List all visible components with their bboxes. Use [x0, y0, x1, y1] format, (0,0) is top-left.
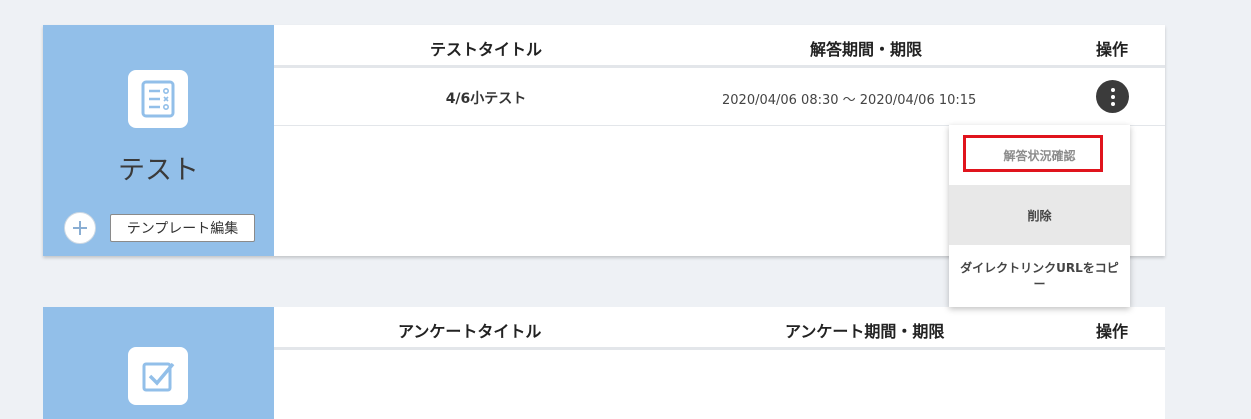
- more-actions-button[interactable]: [1096, 80, 1129, 113]
- column-survey-actions: 操作: [1096, 322, 1129, 341]
- menu-item-answer-status[interactable]: 解答状況確認: [949, 125, 1130, 185]
- test-panel-title: テスト: [118, 155, 199, 186]
- survey-sidebar: [43, 307, 274, 419]
- add-test-button[interactable]: [64, 212, 96, 244]
- test-checklist-icon: [128, 70, 188, 128]
- column-survey-period: アンケート期間・期限: [785, 322, 945, 341]
- test-sidebar: テスト テンプレート編集: [43, 25, 274, 256]
- survey-panel: アンケートタイトル アンケート期間・期限 操作: [43, 307, 1165, 419]
- template-edit-button[interactable]: テンプレート編集: [110, 214, 255, 242]
- column-survey-title: アンケートタイトル: [398, 322, 542, 341]
- actions-dropdown-menu: 解答状況確認 削除 ダイレクトリンクURLをコピー: [949, 125, 1130, 307]
- test-table-header: テストタイトル 解答期間・期限 操作: [274, 25, 1165, 68]
- answer-period: 2020/04/06 08:30 ～ 2020/04/06 10:15: [722, 93, 977, 108]
- menu-item-delete[interactable]: 削除: [949, 185, 1130, 245]
- test-title[interactable]: 4/6小テスト: [416, 88, 556, 108]
- table-row[interactable]: 4/6小テスト 2020/04/06 08:30 ～ 2020/04/06 10…: [274, 68, 1165, 126]
- highlight-frame: [963, 135, 1103, 172]
- survey-checkbox-icon: [128, 347, 188, 405]
- plus-icon: [73, 221, 87, 235]
- column-actions: 操作: [1096, 40, 1129, 59]
- column-answer-period: 解答期間・期限: [810, 40, 923, 59]
- column-test-title: テストタイトル: [429, 40, 542, 59]
- more-vertical-icon: [1110, 87, 1115, 92]
- menu-item-copy-direct-link[interactable]: ダイレクトリンクURLをコピー: [949, 245, 1130, 307]
- survey-table-header: アンケートタイトル アンケート期間・期限 操作: [274, 307, 1165, 350]
